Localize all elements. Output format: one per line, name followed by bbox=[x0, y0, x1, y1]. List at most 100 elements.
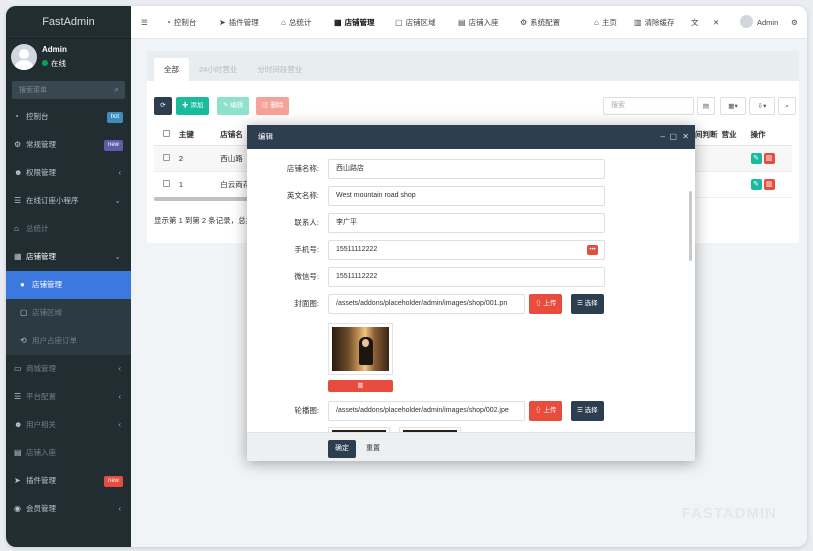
sidebar-item-seating[interactable]: ▤ 店铺入座 bbox=[6, 439, 131, 467]
sidebar-item-mall[interactable]: ▭ 商城管理 ‹ bbox=[6, 355, 131, 383]
field-label: 英文名称: bbox=[286, 191, 319, 200]
sidebar-item-general[interactable]: ⚙ 常规管理 new bbox=[6, 131, 131, 159]
area-icon: ▢ bbox=[20, 308, 28, 317]
menu-search-input[interactable] bbox=[12, 81, 125, 99]
sidebar-item-auth[interactable]: ☻ 权限管理 ‹ bbox=[6, 159, 131, 187]
field-english-name: 英文名称: West mountain road shop bbox=[247, 186, 695, 206]
reset-button[interactable]: 重置 bbox=[359, 440, 387, 458]
list-icon: ☰ bbox=[577, 300, 583, 307]
sidebar-item-members[interactable]: ◉ 会员管理 ‹ bbox=[6, 495, 131, 523]
field-label: 手机号: bbox=[294, 245, 319, 254]
menu-search: ⌕ bbox=[12, 81, 125, 99]
sidebar-item-shop[interactable]: ▦ 店铺管理 ⌄ bbox=[6, 243, 131, 271]
avatar bbox=[11, 44, 37, 70]
topnav-plugins[interactable]: ➤ 插件管理 bbox=[219, 6, 259, 39]
english-name-input[interactable]: West mountain road shop bbox=[328, 186, 605, 206]
phone-input[interactable]: 15511112222 bbox=[328, 240, 605, 260]
cover-thumbnail[interactable] bbox=[328, 323, 393, 375]
columns-button[interactable]: ▦▾ bbox=[720, 97, 746, 115]
sidebar-item-label: 总统计 bbox=[26, 224, 49, 233]
maximize-icon[interactable]: ▢ bbox=[669, 125, 677, 149]
trash-icon[interactable]: ▥ bbox=[763, 178, 775, 190]
row-checkbox[interactable] bbox=[154, 171, 179, 198]
topnav-seating[interactable]: ▤ 店铺入座 bbox=[458, 6, 499, 39]
tab-24h[interactable]: 24小时营业 bbox=[189, 58, 247, 81]
new-badge: new bbox=[103, 140, 123, 151]
row-checkbox[interactable] bbox=[154, 145, 179, 172]
sidebar-item-users[interactable]: ☻ 用户相关 ‹ bbox=[6, 411, 131, 439]
dialog-header[interactable]: 编辑 – ▢ ✕ bbox=[247, 125, 695, 149]
settings-icon[interactable]: ⚙ bbox=[791, 6, 798, 39]
field-label: 店铺名称: bbox=[286, 164, 319, 173]
minimize-icon[interactable]: – bbox=[661, 125, 665, 149]
sidebar-item-stats[interactable]: ⌂ 总统计 bbox=[6, 215, 131, 243]
row-actions: ✎ ▥ bbox=[750, 145, 792, 172]
sidebar-item-platform[interactable]: ☰ 平台配置 ‹ bbox=[6, 383, 131, 411]
sidebar-item-plugins[interactable]: ➤ 插件管理 new bbox=[6, 467, 131, 495]
tab-period[interactable]: 分时间段营业 bbox=[247, 58, 312, 81]
shop-name-input[interactable]: 西山路店 bbox=[328, 159, 605, 179]
home-link[interactable]: ⌂ 主页 bbox=[594, 6, 617, 39]
sidebar-item-shop-area[interactable]: ▢ 店铺区域 bbox=[6, 299, 131, 327]
sidebar-item-shop-manage[interactable]: ● 店铺管理 bbox=[6, 271, 131, 299]
edit-icon[interactable]: ✎ bbox=[750, 178, 762, 190]
search-icon[interactable]: ⌕ bbox=[115, 85, 119, 95]
trash-icon: ▥ bbox=[357, 382, 364, 389]
edit-icon[interactable]: ✎ bbox=[750, 152, 762, 164]
share-icon: ⟲ bbox=[20, 336, 27, 345]
fullscreen-icon[interactable]: ✕ bbox=[713, 6, 719, 39]
confirm-button[interactable]: 确定 bbox=[328, 440, 356, 458]
carousel-upload-button[interactable]: ⇧ 上传 bbox=[529, 401, 563, 421]
sidebar-item-dashboard[interactable]: ◔ 控制台 hot bbox=[6, 103, 131, 131]
list-icon: ☰ bbox=[14, 392, 22, 401]
user-menu[interactable]: Admin bbox=[740, 6, 778, 39]
table-toolbar: ⟳ ✚ 添加 ✎ 编辑 ▥ 删除 搜索 ▤ ▦▾ ⇩▾ ⌕ bbox=[154, 97, 796, 117]
carousel-choose-button[interactable]: ☰ 选择 bbox=[571, 401, 604, 421]
edit-button[interactable]: ✎ 编辑 bbox=[217, 97, 250, 115]
cover-upload-button[interactable]: ⇧ 上传 bbox=[529, 294, 563, 314]
translate-icon[interactable]: 文 bbox=[691, 6, 699, 39]
topnav-area[interactable]: ▢ 店铺区域 bbox=[395, 6, 436, 39]
bank-icon: ⌂ bbox=[14, 224, 19, 233]
carousel-input[interactable]: /assets/addons/placeholder/admin/images/… bbox=[328, 401, 525, 421]
watermark: FASTADMIN bbox=[681, 505, 777, 522]
refresh-button[interactable]: ⟳ bbox=[154, 97, 172, 115]
cover-input[interactable]: /assets/addons/placeholder/admin/images/… bbox=[328, 294, 525, 314]
field-cover: 封面图: /assets/addons/placeholder/admin/im… bbox=[247, 294, 695, 314]
topnav-shop[interactable]: ▦ 店铺管理 bbox=[334, 6, 375, 39]
topnav-stats[interactable]: ⌂ 总统计 bbox=[281, 6, 311, 39]
monitor-icon: ▭ bbox=[14, 364, 22, 373]
delete-button[interactable]: ▥ 删除 bbox=[256, 97, 290, 115]
more-icon[interactable]: ••• bbox=[587, 245, 598, 255]
select-all-checkbox[interactable] bbox=[154, 124, 179, 146]
filter-tabs: 全部 24小时营业 分时间段营业 bbox=[147, 51, 799, 81]
sidebar-toggle-icon[interactable]: ☰ bbox=[141, 6, 148, 39]
column-header[interactable]: 营业 bbox=[721, 124, 751, 146]
cover-choose-button[interactable]: ☰ 选择 bbox=[571, 294, 604, 314]
table-search-input[interactable]: 搜索 bbox=[603, 97, 694, 115]
contact-input[interactable]: 李广平 bbox=[328, 213, 605, 233]
close-icon[interactable]: ✕ bbox=[682, 125, 689, 149]
toggle-view-button[interactable]: ▤ bbox=[697, 97, 715, 115]
topnav-config[interactable]: ⚙ 系统配置 bbox=[520, 6, 560, 39]
hot-badge: hot bbox=[106, 112, 123, 123]
sidebar-item-seat-orders[interactable]: ⟲ 用户占座订单 bbox=[6, 327, 131, 355]
column-header[interactable]: 主键 bbox=[178, 124, 221, 146]
cover-delete-button[interactable]: ▥ bbox=[328, 380, 393, 392]
sidebar-item-label: 在线订座小程序 bbox=[26, 196, 79, 205]
sidebar-item-miniapp[interactable]: ☰ 在线订座小程序 ⌄ bbox=[6, 187, 131, 215]
store-icon: ▦ bbox=[334, 18, 342, 27]
topbar: ☰ ◔ 控制台 ➤ 插件管理 ⌂ 总统计 ▦ 店铺管理 ▢ 店铺区域 ▤ 店铺入座 ⚙ 系统配… bbox=[131, 6, 807, 39]
sidebar-item-label: 商城管理 bbox=[26, 364, 56, 373]
add-button[interactable]: ✚ 添加 bbox=[176, 97, 210, 115]
export-button[interactable]: ⇩▾ bbox=[749, 97, 775, 115]
sidebar-item-label: 会员管理 bbox=[26, 504, 56, 513]
wechat-input[interactable]: 15511112222 bbox=[328, 267, 605, 287]
tab-all[interactable]: 全部 bbox=[154, 58, 189, 81]
search-toggle-button[interactable]: ⌕ bbox=[778, 97, 796, 115]
sidebar-item-label: 常规管理 bbox=[26, 140, 56, 149]
topnav-dashboard[interactable]: ◔ 控制台 bbox=[166, 6, 196, 39]
app-logo[interactable]: FastAdmin bbox=[6, 6, 131, 39]
clear-cache-link[interactable]: ▥ 清除缓存 bbox=[634, 6, 675, 39]
trash-icon[interactable]: ▥ bbox=[763, 152, 775, 164]
